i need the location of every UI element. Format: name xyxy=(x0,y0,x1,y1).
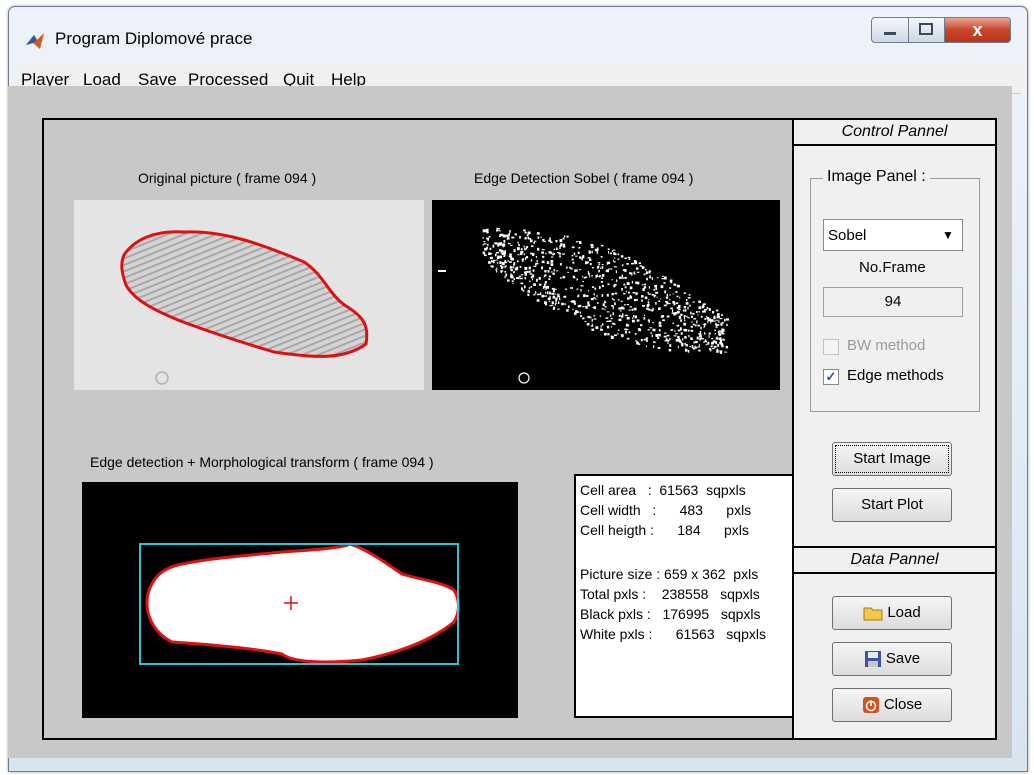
load-button[interactable]: Load xyxy=(832,596,952,630)
maximize-icon xyxy=(919,23,933,35)
floppy-disk-icon xyxy=(864,651,881,668)
stat-cell-width: Cell width : 483 pxls xyxy=(580,502,752,518)
close-window-button[interactable]: x xyxy=(945,17,1011,43)
statistics-box: Cell area : 61563 sqpxls Cell width : 48… xyxy=(574,474,804,718)
edge-artifact xyxy=(438,270,446,272)
method-select[interactable]: Sobel ▼ xyxy=(823,219,963,251)
edge-methods-label: Edge methods xyxy=(847,367,944,384)
minimize-icon xyxy=(884,32,896,35)
close-label: Close xyxy=(883,696,923,713)
image-panel-group: Image Panel : Sobel ▼ No.Frame 94 BW met… xyxy=(810,168,980,412)
original-picture-title: Original picture ( frame 094 ) xyxy=(138,170,317,186)
start-plot-button[interactable]: Start Plot xyxy=(832,488,952,522)
side-panel: Control Pannel Image Panel : Sobel ▼ No.… xyxy=(792,120,995,738)
sobel-title: Edge Detection Sobel ( frame 094 ) xyxy=(474,170,694,186)
minimize-button[interactable] xyxy=(871,17,909,43)
frame-number-label: No.Frame xyxy=(859,259,926,276)
frame-number-field[interactable]: 94 xyxy=(823,287,963,317)
start-image-button[interactable]: Start Image xyxy=(832,442,952,476)
original-picture-axes[interactable] xyxy=(74,200,424,390)
edge-methods-checkbox[interactable]: ✓ xyxy=(823,369,839,385)
load-label: Load xyxy=(887,604,921,621)
stat-black-pixels: Black pxls : 176995 sqpxls xyxy=(580,606,761,622)
stat-total-pixels: Total pxls : 238558 sqpxls xyxy=(580,586,760,602)
method-select-value: Sobel xyxy=(828,227,867,244)
checkmark-icon: ✓ xyxy=(825,369,837,384)
save-button[interactable]: Save xyxy=(832,642,952,676)
sobel-edge-axes[interactable] xyxy=(432,200,780,390)
stat-cell-height: Cell heigth : 184 pxls xyxy=(580,522,749,538)
folder-icon xyxy=(863,607,883,621)
control-panel-header: Control Pannel xyxy=(794,120,995,146)
stat-white-pixels: White pxls : 61563 sqpxls xyxy=(580,626,766,642)
bw-method-label: BW method xyxy=(847,337,926,354)
morphological-axes[interactable] xyxy=(82,482,518,718)
matlab-icon xyxy=(26,33,44,49)
close-icon: x xyxy=(972,20,983,40)
data-panel-header: Data Pannel xyxy=(794,546,995,574)
save-label: Save xyxy=(885,650,921,667)
window-title: Program Diplomové prace xyxy=(55,29,253,48)
close-button[interactable]: Close xyxy=(832,688,952,722)
stat-cell-area: Cell area : 61563 sqpxls xyxy=(580,482,746,498)
power-icon xyxy=(862,697,879,714)
morphological-title: Edge detection + Morphological transform… xyxy=(90,454,434,470)
stat-picture-size: Picture size : 659 x 362 pxls xyxy=(580,566,759,582)
title-bar[interactable]: Program Diplomové prace x xyxy=(9,7,1027,59)
maximize-button[interactable] xyxy=(909,17,945,43)
dropdown-arrow-icon[interactable]: ▼ xyxy=(936,222,960,248)
image-panel-title: Image Panel : xyxy=(823,168,930,186)
bw-method-checkbox[interactable] xyxy=(823,339,839,355)
main-panel: Original picture ( frame 094 ) Edge Dete… xyxy=(42,118,997,740)
